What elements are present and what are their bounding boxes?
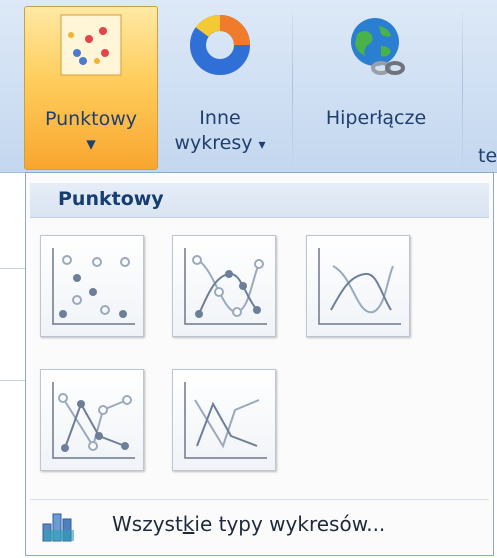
hyperlink-button-label: Hiperłącze bbox=[325, 107, 427, 129]
scatter-smooth-lines-markers-option[interactable] bbox=[172, 235, 276, 337]
all-chart-types-icon bbox=[42, 513, 74, 542]
globe-link-icon bbox=[351, 18, 405, 75]
scatter-chart-icon bbox=[60, 14, 122, 76]
scatter-markers-only-option[interactable] bbox=[40, 235, 144, 337]
chevron-down-icon: ▾ bbox=[86, 133, 96, 155]
gallery-header-title: Punktowy bbox=[58, 188, 164, 210]
other-charts-label-line1: Inne bbox=[199, 107, 241, 129]
scatter-straight-lines-markers-icon bbox=[52, 382, 135, 459]
other-charts-label-line2: wykresy ▾ bbox=[174, 132, 266, 154]
ribbon-separator bbox=[292, 14, 293, 164]
scatter-straight-lines-icon bbox=[184, 382, 267, 459]
all-chart-types-item[interactable]: Wszystkie typy wykresów... bbox=[30, 499, 489, 550]
scatter-button-label: Punktowy bbox=[44, 108, 138, 130]
hyperlink-button[interactable]: Hiperłącze bbox=[304, 6, 448, 170]
scatter-markers-only-icon bbox=[52, 248, 135, 325]
sheet-gridline bbox=[0, 380, 25, 381]
scatter-chart-button[interactable]: Punktowy ▾ bbox=[24, 6, 158, 170]
scatter-smooth-lines-markers-icon bbox=[184, 248, 267, 325]
other-charts-button[interactable]: Inne wykresy ▾ bbox=[160, 6, 280, 170]
scatter-straight-lines-markers-option[interactable] bbox=[40, 369, 144, 471]
doughnut-chart-icon bbox=[190, 15, 250, 75]
gallery-header: Punktowy bbox=[30, 183, 489, 218]
sheet-gridline bbox=[0, 268, 25, 269]
scatter-smooth-lines-icon bbox=[318, 248, 401, 325]
scatter-gallery-dropdown: Punktowy Wszystkie typy wykresów... bbox=[25, 172, 494, 556]
ribbon-charts-group: Punktowy ▾ Inne wykresy ▾ Hiperłącze te bbox=[0, 0, 497, 173]
ribbon-separator bbox=[462, 14, 463, 164]
partial-button-label: te bbox=[478, 145, 497, 167]
chevron-down-icon: ▾ bbox=[258, 137, 266, 153]
scatter-straight-lines-option[interactable] bbox=[172, 369, 276, 471]
scatter-smooth-lines-option[interactable] bbox=[306, 235, 410, 337]
all-chart-types-label: Wszystkie typy wykresów... bbox=[112, 512, 386, 536]
